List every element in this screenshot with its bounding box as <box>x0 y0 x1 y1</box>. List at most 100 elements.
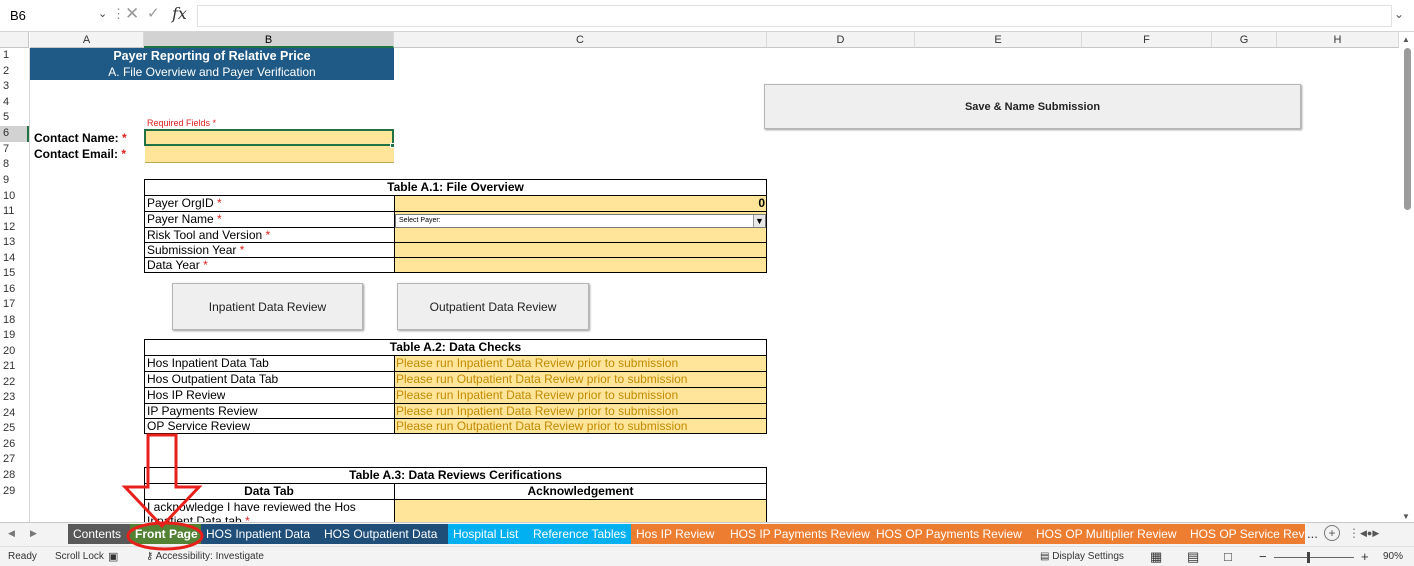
sheet-tab-contents[interactable]: Contents <box>68 524 130 544</box>
formula-input[interactable] <box>197 5 1392 27</box>
macro-record-icon[interactable]: ▣ <box>108 550 118 563</box>
column-header-e[interactable]: E <box>915 32 1082 48</box>
sheet-tab-hos-ip-payments-review[interactable]: HOS IP Payments Review <box>725 524 871 544</box>
tab-scroll-right-icon[interactable]: ▶ <box>30 528 37 539</box>
tab-scroll-left-icon[interactable]: ◀ <box>8 528 15 539</box>
column-header-b[interactable]: B <box>144 32 394 48</box>
row-header-24[interactable]: 24 <box>0 406 29 422</box>
data-check-status: Please run Inpatient Data Review prior t… <box>396 356 679 370</box>
select-all-corner[interactable] <box>0 32 29 48</box>
formula-bar: B6 ⌄ ⋮ ✕ ✓ fx ⌄ <box>0 0 1414 32</box>
sheet-tab-front-page[interactable]: Front Page <box>130 524 201 544</box>
row-header-1[interactable]: 1 <box>0 48 29 64</box>
sheet-tab-hos-inpatient-data[interactable]: HOS Inpatient Data <box>201 524 319 544</box>
row-header-25[interactable]: 25 <box>0 421 29 437</box>
tab-options-icon[interactable]: ⋮ <box>1348 526 1360 540</box>
more-tabs-icon[interactable]: ... <box>1307 526 1318 541</box>
scrollbar-thumb[interactable] <box>1404 48 1411 210</box>
function-icon[interactable]: fx <box>172 4 187 23</box>
payer-name-select[interactable]: Select Payer: ▼ <box>395 214 766 228</box>
zoom-level[interactable]: 90% <box>1383 551 1403 562</box>
add-sheet-icon[interactable]: + <box>1324 525 1340 541</box>
zoom-slider-thumb[interactable] <box>1307 552 1310 563</box>
acknowledgement-text: I acknowledge I have reviewed the Hos <box>147 500 356 514</box>
row-header-2[interactable]: 2 <box>0 64 29 80</box>
sheet-tab-hospital-list[interactable]: Hospital List <box>448 524 528 544</box>
row-header-28[interactable]: 28 <box>0 468 29 484</box>
page-break-icon[interactable]: □ <box>1224 549 1232 564</box>
table-a2-label: Hos IP Review <box>147 388 226 402</box>
sheet-tab-reference-tables[interactable]: Reference Tables <box>528 524 631 544</box>
row-header-8[interactable]: 8 <box>0 157 29 173</box>
row-header-26[interactable]: 26 <box>0 437 29 453</box>
row-header-13[interactable]: 13 <box>0 235 29 251</box>
row-header-12[interactable]: 12 <box>0 220 29 236</box>
fill-handle[interactable] <box>390 143 395 148</box>
row-header-29[interactable]: 29 <box>0 484 29 500</box>
row-header-18[interactable]: 18 <box>0 313 29 329</box>
row-header-15[interactable]: 15 <box>0 266 29 282</box>
chevron-down-icon[interactable]: ⌄ <box>98 7 107 20</box>
status-ready: Ready <box>8 551 37 562</box>
data-check-status: Please run Outpatient Data Review prior … <box>396 372 688 386</box>
page-layout-icon[interactable]: ▤ <box>1187 549 1199 565</box>
expand-chevron-icon[interactable]: ⌄ <box>1394 7 1404 21</box>
contact-email-label: Contact Email: * <box>34 147 127 161</box>
field-divider <box>145 162 394 163</box>
save-name-submission-button[interactable]: Save & Name Submission <box>764 84 1301 129</box>
sheet-tab-hos-outpatient-data[interactable]: HOS Outpatient Data <box>319 524 448 544</box>
row-header-23[interactable]: 23 <box>0 390 29 406</box>
worksheet-grid[interactable]: A B C D E F G H 1 2 3 4 5 6 7 8 9 10 11 12 13 14 15 16 1… <box>0 32 1414 522</box>
row-header-10[interactable]: 10 <box>0 189 29 205</box>
column-header-f[interactable]: F <box>1082 32 1212 48</box>
tab-navigation-icon[interactable]: ◀●▶ <box>1360 528 1379 539</box>
row-header-19[interactable]: 19 <box>0 328 29 344</box>
row-header-4[interactable]: 4 <box>0 95 29 111</box>
name-box[interactable]: B6 <box>4 5 100 27</box>
row-header-20[interactable]: 20 <box>0 344 29 360</box>
column-header-d[interactable]: D <box>767 32 915 48</box>
row-header-14[interactable]: 14 <box>0 251 29 267</box>
zoom-out-button[interactable]: − <box>1259 549 1267 564</box>
payer-orgid-value[interactable]: 0 <box>394 196 765 210</box>
table-a1-label: Data Year * <box>147 258 208 272</box>
row-header-9[interactable]: 9 <box>0 173 29 189</box>
accessibility-icon: ⚷ <box>146 551 154 562</box>
normal-view-icon[interactable]: ▦ <box>1150 549 1162 565</box>
column-header-a[interactable]: A <box>30 32 144 48</box>
row-header-5[interactable]: 5 <box>0 110 29 126</box>
outpatient-data-review-button[interactable]: Outpatient Data Review <box>397 283 589 330</box>
table-a1-title: Table A.1: File Overview <box>387 180 524 194</box>
dropdown-arrow-icon[interactable]: ▼ <box>753 215 765 227</box>
column-header-h[interactable]: H <box>1277 32 1399 48</box>
sheet-tab-hos-op-service-rev[interactable]: HOS OP Service Rev <box>1185 524 1305 544</box>
active-cell-b6[interactable] <box>144 129 394 146</box>
row-header-6[interactable]: 6 <box>0 126 29 142</box>
sheet-tab-hos-ip-review[interactable]: Hos IP Review <box>631 524 725 544</box>
zoom-in-button[interactable]: + <box>1361 549 1369 564</box>
row-header-7[interactable]: 7 <box>0 142 29 158</box>
check-icon[interactable]: ✓ <box>147 4 160 22</box>
sheet-tab-hos-op-payments-review[interactable]: HOS OP Payments Review <box>871 524 1031 544</box>
row-header-11[interactable]: 11 <box>0 204 29 220</box>
row-header-16[interactable]: 16 <box>0 282 29 298</box>
sheet-tab-hos-op-multiplier-review[interactable]: HOS OP Multiplier Review <box>1031 524 1185 544</box>
row-header-17[interactable]: 17 <box>0 297 29 313</box>
scroll-up-icon[interactable]: ▲ <box>1402 35 1410 44</box>
row-header-21[interactable]: 21 <box>0 359 29 375</box>
status-bar: Ready Scroll Lock ▣ ⚷ Accessibility: Inv… <box>0 546 1414 566</box>
column-header-c[interactable]: C <box>394 32 767 48</box>
column-header-g[interactable]: G <box>1212 32 1277 48</box>
contact-email-field[interactable] <box>145 146 394 162</box>
zoom-slider-track[interactable] <box>1274 557 1354 558</box>
row-header-27[interactable]: 27 <box>0 452 29 468</box>
scroll-down-icon[interactable]: ▼ <box>1402 512 1410 521</box>
required-fields-label: Required Fields * <box>147 118 217 128</box>
row-header-3[interactable]: 3 <box>0 79 29 95</box>
cancel-icon[interactable]: ✕ <box>125 4 139 24</box>
row-header-22[interactable]: 22 <box>0 375 29 391</box>
display-settings-button[interactable]: ▤ Display Settings <box>1040 551 1124 562</box>
inpatient-data-review-button[interactable]: Inpatient Data Review <box>172 283 363 330</box>
accessibility-status[interactable]: ⚷ Accessibility: Investigate <box>146 551 264 562</box>
table-a3-col-acknowledgement: Acknowledgement <box>527 484 634 498</box>
